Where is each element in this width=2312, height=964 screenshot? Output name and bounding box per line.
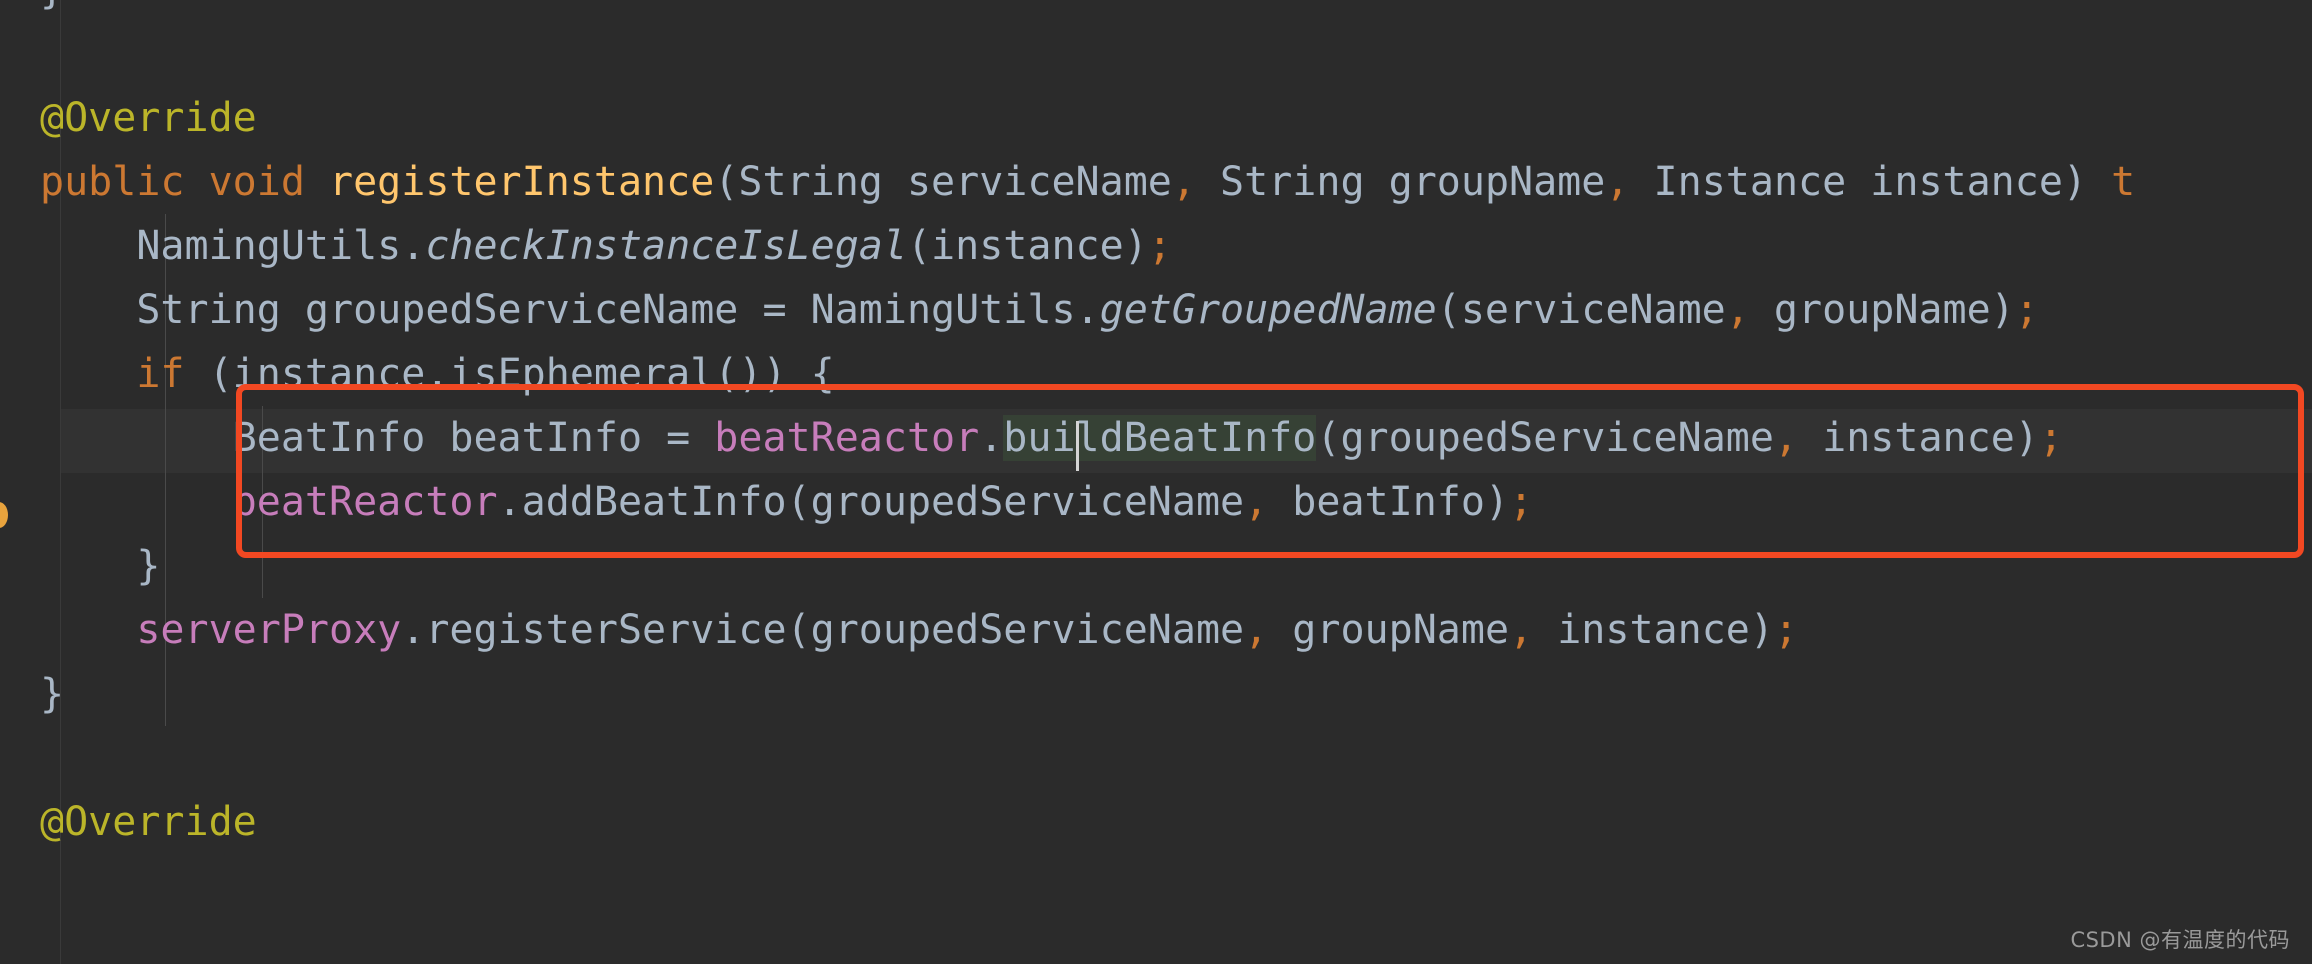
code-token: , <box>1244 479 1269 525</box>
code-token: , <box>1244 607 1269 653</box>
code-token: , <box>1773 415 1799 461</box>
code-token: beatReactor <box>232 479 498 525</box>
code-line[interactable]: @Override <box>40 86 257 150</box>
code-token: .registerService(groupedServiceName <box>401 607 1245 653</box>
code-token: .addBeatInfo(groupedServiceName <box>497 479 1245 525</box>
code-token: String groupName <box>1195 159 1606 205</box>
code-token: } <box>40 671 65 717</box>
code-token: String groupedServiceName = NamingUtils. <box>40 287 1100 333</box>
code-token: (instance.isEphemeral()) { <box>184 351 835 397</box>
code-line[interactable]: if (instance.isEphemeral()) { <box>40 342 835 406</box>
code-token: , <box>1605 159 1630 205</box>
code-line[interactable]: public void registerInstance(String serv… <box>40 150 2135 214</box>
code-token: NamingUtils. <box>40 223 426 269</box>
code-text-area[interactable]: } @Override public void registerInstance(S… <box>0 0 2312 964</box>
code-token: @Override <box>40 95 257 141</box>
code-line[interactable]: BeatInfo beatInfo = beatReactor.buildBea… <box>40 406 2063 470</box>
code-token: t <box>2111 159 2136 205</box>
code-token: , <box>1171 159 1196 205</box>
code-token: ; <box>2038 415 2063 461</box>
code-token: . <box>979 415 1004 461</box>
code-token: ; <box>1147 223 1172 269</box>
text-caret <box>1075 421 1079 471</box>
watermark-text: CSDN @有温度的代码 <box>2070 928 2290 952</box>
code-token: } <box>40 0 64 13</box>
code-token: getGroupedName <box>1099 287 1437 333</box>
code-line[interactable]: beatReactor.addBeatInfo(groupedServiceNa… <box>40 470 1533 534</box>
code-token: ; <box>1773 607 1799 653</box>
code-token: (String serviceName <box>714 159 1172 205</box>
code-line[interactable]: } <box>40 0 64 22</box>
code-token: , <box>1509 607 1534 653</box>
code-token: } <box>40 543 161 589</box>
code-token: (groupedServiceName <box>1316 415 1774 461</box>
code-token: public void <box>40 159 329 205</box>
code-token: registerInstance <box>328 159 715 205</box>
code-token: if <box>136 351 185 397</box>
code-token: BeatInfo beatInfo = <box>40 415 715 461</box>
code-token: ; <box>2014 287 2039 333</box>
code-line[interactable]: String groupedServiceName = NamingUtils.… <box>40 278 2039 342</box>
code-editor[interactable]: } @Override public void registerInstance(S… <box>0 0 2312 964</box>
code-token: beatReactor <box>714 415 980 461</box>
code-line[interactable]: serverProxy.registerService(groupedServi… <box>40 598 1798 662</box>
code-token: ; <box>1509 479 1534 525</box>
code-token: serverProxy <box>136 607 402 653</box>
code-line[interactable]: @Override <box>40 790 257 854</box>
code-token: (instance) <box>906 223 1148 269</box>
code-token: , <box>1725 287 1750 333</box>
code-token: beatInfo) <box>1268 479 1510 525</box>
code-line[interactable]: NamingUtils.checkInstanceIsLegal(instanc… <box>40 214 1172 278</box>
code-token: groupName <box>1268 607 1510 653</box>
code-token: instance) <box>1533 607 1774 653</box>
code-token: (serviceName <box>1436 287 1726 333</box>
code-token: @Override <box>40 799 257 845</box>
code-token: Instance instance) <box>1629 159 2112 205</box>
code-line[interactable]: } <box>40 534 160 598</box>
code-line[interactable]: } <box>40 662 64 726</box>
code-token: checkInstanceIsLegal <box>425 223 907 269</box>
code-token: groupName) <box>1749 287 2015 333</box>
code-token: instance) <box>1798 415 2039 461</box>
highlighted-identifier: buildBeatInfo <box>1003 415 1317 461</box>
